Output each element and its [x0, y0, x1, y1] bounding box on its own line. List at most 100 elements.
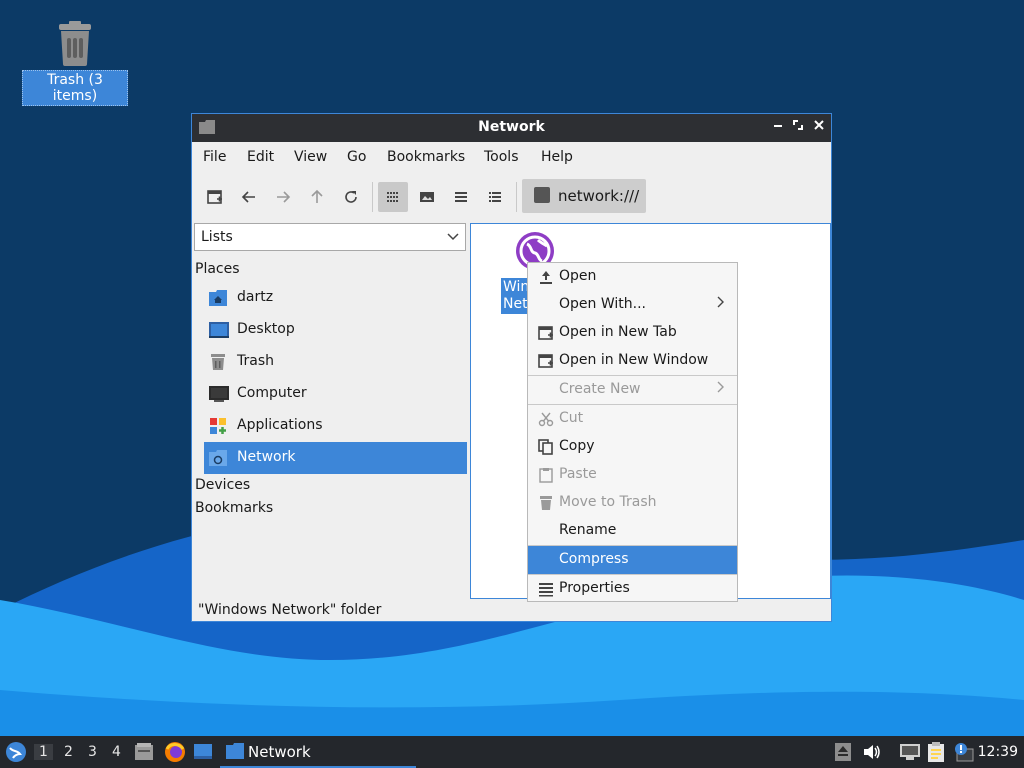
list-detailed-icon — [489, 192, 501, 202]
desktop-icon — [209, 321, 229, 339]
menu-bar: File Edit View Go Bookmarks Tools Help — [192, 143, 831, 171]
chevron-right-icon — [717, 380, 725, 398]
forward-button[interactable] — [268, 182, 298, 212]
computer-icon — [209, 385, 229, 403]
updates-icon[interactable] — [953, 741, 975, 767]
grid-icon — [387, 192, 398, 202]
menu-file[interactable]: File — [203, 149, 226, 165]
sidebar-item-computer[interactable]: Computer — [204, 378, 467, 410]
taskbar: 1 2 3 4 Network 12:39 — [0, 736, 1024, 768]
menu-item-open-with[interactable]: Open With... — [528, 291, 737, 319]
taskbar-task-label: Network — [248, 743, 311, 761]
sidebar-item-trash[interactable]: Trash — [204, 346, 467, 378]
places-header[interactable]: Places — [195, 261, 240, 277]
menu-item-rename[interactable]: Rename — [528, 517, 737, 545]
new-tab-icon — [538, 325, 554, 341]
minimize-button[interactable] — [769, 118, 787, 136]
desktop-trash-label: Trash (3 items) — [22, 70, 128, 106]
status-bar: "Windows Network" folder — [198, 602, 382, 618]
new-window-icon — [538, 353, 554, 369]
detailed-view-button[interactable] — [480, 182, 510, 212]
thumbnail-view-button[interactable] — [412, 182, 442, 212]
taskbar-task-network[interactable]: Network — [220, 736, 416, 768]
menu-item-move-to-trash[interactable]: Move to Trash — [528, 489, 737, 517]
home-folder-icon — [209, 289, 227, 307]
network-folder-icon — [209, 449, 227, 467]
menu-help[interactable]: Help — [541, 149, 573, 165]
cut-icon — [538, 411, 554, 427]
desktop-trash[interactable]: Trash (3 items) — [22, 20, 128, 106]
eject-icon[interactable] — [834, 742, 852, 766]
menu-item-open-new-window[interactable]: Open in New Window — [528, 347, 737, 375]
workspace-4[interactable]: 4 — [112, 744, 121, 760]
sidebar-item-network[interactable]: Network — [204, 442, 467, 474]
menu-tools[interactable]: Tools — [484, 149, 519, 165]
toolbar-separator — [372, 182, 373, 212]
copy-icon — [538, 439, 554, 455]
new-tab-icon — [207, 190, 222, 204]
volume-icon[interactable] — [862, 743, 882, 765]
icon-view-button[interactable] — [378, 182, 408, 212]
side-panel-mode-select[interactable]: Lists — [194, 223, 466, 251]
sidebar-item-label: dartz — [237, 289, 274, 305]
sidebar-item-home[interactable]: dartz — [204, 282, 467, 314]
chevron-down-icon — [447, 228, 459, 248]
trash-icon — [209, 353, 227, 371]
firefox-icon[interactable] — [164, 741, 186, 767]
chevron-right-icon — [717, 295, 725, 313]
menu-item-properties[interactable]: Properties — [528, 575, 737, 603]
reload-button[interactable] — [336, 182, 366, 212]
menu-item-open-new-tab[interactable]: Open in New Tab — [528, 319, 737, 347]
menu-item-cut[interactable]: Cut — [528, 405, 737, 433]
compact-view-button[interactable] — [446, 182, 476, 212]
toolbar-separator — [516, 182, 517, 212]
sidebar-item-desktop[interactable]: Desktop — [204, 314, 467, 346]
open-icon — [538, 269, 554, 285]
workspace-2[interactable]: 2 — [64, 744, 73, 760]
menu-item-create-new[interactable]: Create New — [528, 376, 737, 404]
window-titlebar[interactable]: Network — [192, 114, 831, 142]
menu-item-open[interactable]: Open — [528, 263, 737, 291]
folder-icon — [226, 743, 244, 763]
workspace-1[interactable]: 1 — [34, 744, 53, 760]
file-manager-launcher-icon[interactable] — [134, 742, 154, 766]
new-tab-button[interactable] — [200, 182, 230, 212]
up-button[interactable] — [302, 182, 332, 212]
image-icon — [420, 192, 434, 202]
paste-icon — [538, 467, 554, 483]
location-icon — [534, 187, 550, 203]
clipboard-icon[interactable] — [926, 741, 946, 767]
menu-item-compress[interactable]: Compress — [528, 546, 737, 574]
show-desktop-icon[interactable] — [193, 742, 213, 766]
clock[interactable]: 12:39 — [978, 744, 1018, 760]
trash-icon — [53, 20, 97, 68]
close-button[interactable] — [810, 118, 828, 136]
arrow-up-icon — [311, 189, 323, 203]
network-status-icon[interactable] — [899, 742, 921, 766]
sidebar-item-applications[interactable]: Applications — [204, 410, 467, 442]
arrow-right-icon — [277, 191, 291, 203]
sidebar-item-label: Trash — [237, 353, 274, 369]
list-compact-icon — [455, 192, 467, 202]
workspace-3[interactable]: 3 — [88, 744, 97, 760]
menu-bookmarks[interactable]: Bookmarks — [387, 149, 465, 165]
start-menu-icon[interactable] — [5, 741, 27, 767]
reload-icon — [345, 191, 357, 203]
menu-go[interactable]: Go — [347, 149, 366, 165]
menu-view[interactable]: View — [294, 149, 327, 165]
bookmarks-header[interactable]: Bookmarks — [195, 500, 273, 516]
sidebar-item-label: Desktop — [237, 321, 295, 337]
sidebar-item-label: Network — [237, 449, 296, 465]
side-panel-mode-value: Lists — [201, 229, 233, 245]
sidebar-item-label: Applications — [237, 417, 323, 433]
toolbar: network:/// — [192, 174, 831, 218]
back-button[interactable] — [234, 182, 264, 212]
devices-header[interactable]: Devices — [195, 477, 250, 493]
menu-item-paste[interactable]: Paste — [528, 461, 737, 489]
menu-item-copy[interactable]: Copy — [528, 433, 737, 461]
location-text: network:/// — [558, 187, 640, 205]
properties-icon — [538, 581, 554, 597]
maximize-button[interactable] — [789, 118, 807, 136]
location-button[interactable]: network:/// — [522, 179, 646, 213]
menu-edit[interactable]: Edit — [247, 149, 274, 165]
